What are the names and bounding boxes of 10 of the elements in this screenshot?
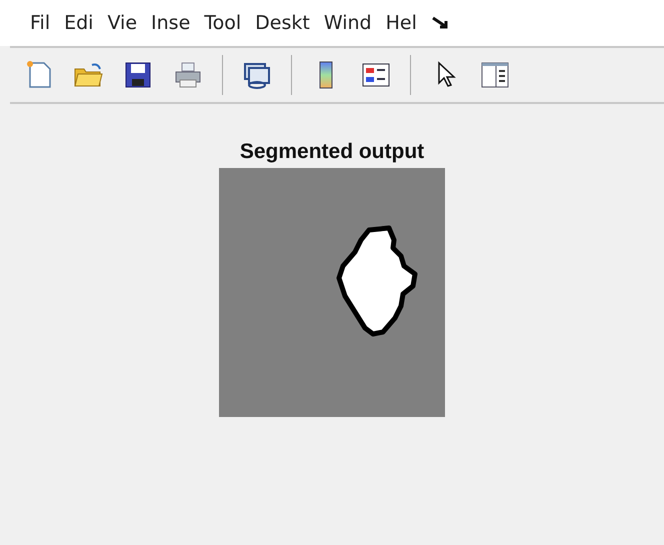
menu-item[interactable]: Fil — [30, 12, 50, 34]
menu-item[interactable]: Deskt — [255, 12, 310, 34]
menu-item[interactable]: Edi — [64, 12, 94, 34]
menu-item[interactable]: Vie — [107, 12, 138, 34]
menu-item[interactable]: Wind — [324, 12, 372, 34]
menu-item[interactable]: Hel — [386, 12, 417, 34]
menu-item[interactable]: Inse — [151, 12, 190, 34]
menu-item[interactable]: Tool — [204, 12, 242, 34]
arrow-icon[interactable] — [430, 15, 449, 31]
plot-title: Segmented output — [240, 140, 424, 164]
